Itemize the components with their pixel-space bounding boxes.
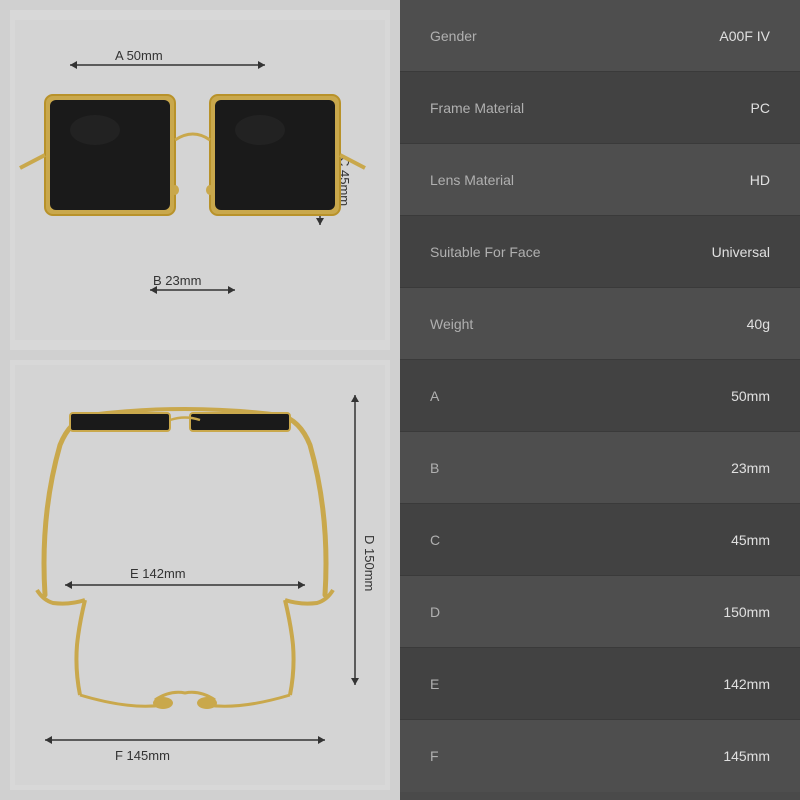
spec-label: A xyxy=(430,388,439,404)
spec-value: 40g xyxy=(747,316,770,332)
bottom-diagram: D 150mm E 142mm F 145mm xyxy=(10,360,390,790)
spec-label: Weight xyxy=(430,316,473,332)
spec-value: 50mm xyxy=(731,388,770,404)
spec-row: Frame Material PC xyxy=(400,72,800,144)
spec-value: 23mm xyxy=(731,460,770,476)
spec-label: Lens Material xyxy=(430,172,514,188)
spec-label: D xyxy=(430,604,440,620)
spec-label: C xyxy=(430,532,440,548)
back-view-svg: D 150mm E 142mm F 145mm xyxy=(15,365,385,785)
spec-label: F xyxy=(430,748,439,764)
front-view-svg: A 50mm C 45mm C 45mm B 23mm xyxy=(15,20,385,340)
svg-text:E 142mm: E 142mm xyxy=(130,566,186,581)
spec-value: HD xyxy=(750,172,770,188)
spec-row: C 45mm xyxy=(400,504,800,576)
spec-value: PC xyxy=(751,100,770,116)
svg-text:F 145mm: F 145mm xyxy=(115,748,170,763)
spec-row: Gender A00F IV xyxy=(400,0,800,72)
spec-row: B 23mm xyxy=(400,432,800,504)
spec-value: A00F IV xyxy=(719,28,770,44)
spec-value: 145mm xyxy=(723,748,770,764)
spec-row: Weight 40g xyxy=(400,288,800,360)
left-panel: A 50mm C 45mm C 45mm B 23mm xyxy=(0,0,400,800)
svg-text:B 23mm: B 23mm xyxy=(153,273,201,288)
right-panel: Gender A00F IV Frame Material PC Lens Materi… xyxy=(400,0,800,800)
spec-row: E 142mm xyxy=(400,648,800,720)
spec-value: Universal xyxy=(712,244,770,260)
spec-row: F 145mm xyxy=(400,720,800,792)
spec-label: Frame Material xyxy=(430,100,524,116)
spec-label: B xyxy=(430,460,439,476)
spec-value: 142mm xyxy=(723,676,770,692)
spec-row: A 50mm xyxy=(400,360,800,432)
top-diagram: A 50mm C 45mm C 45mm B 23mm xyxy=(10,10,390,350)
svg-text:D 150mm: D 150mm xyxy=(362,535,377,591)
spec-label: E xyxy=(430,676,439,692)
spec-row: D 150mm xyxy=(400,576,800,648)
spec-row: Lens Material HD xyxy=(400,144,800,216)
spec-value: 45mm xyxy=(731,532,770,548)
spec-label: Suitable For Face xyxy=(430,244,541,260)
spec-row: Suitable For Face Universal xyxy=(400,216,800,288)
spec-value: 150mm xyxy=(723,604,770,620)
svg-text:A 50mm: A 50mm xyxy=(115,48,163,63)
spec-label: Gender xyxy=(430,28,477,44)
